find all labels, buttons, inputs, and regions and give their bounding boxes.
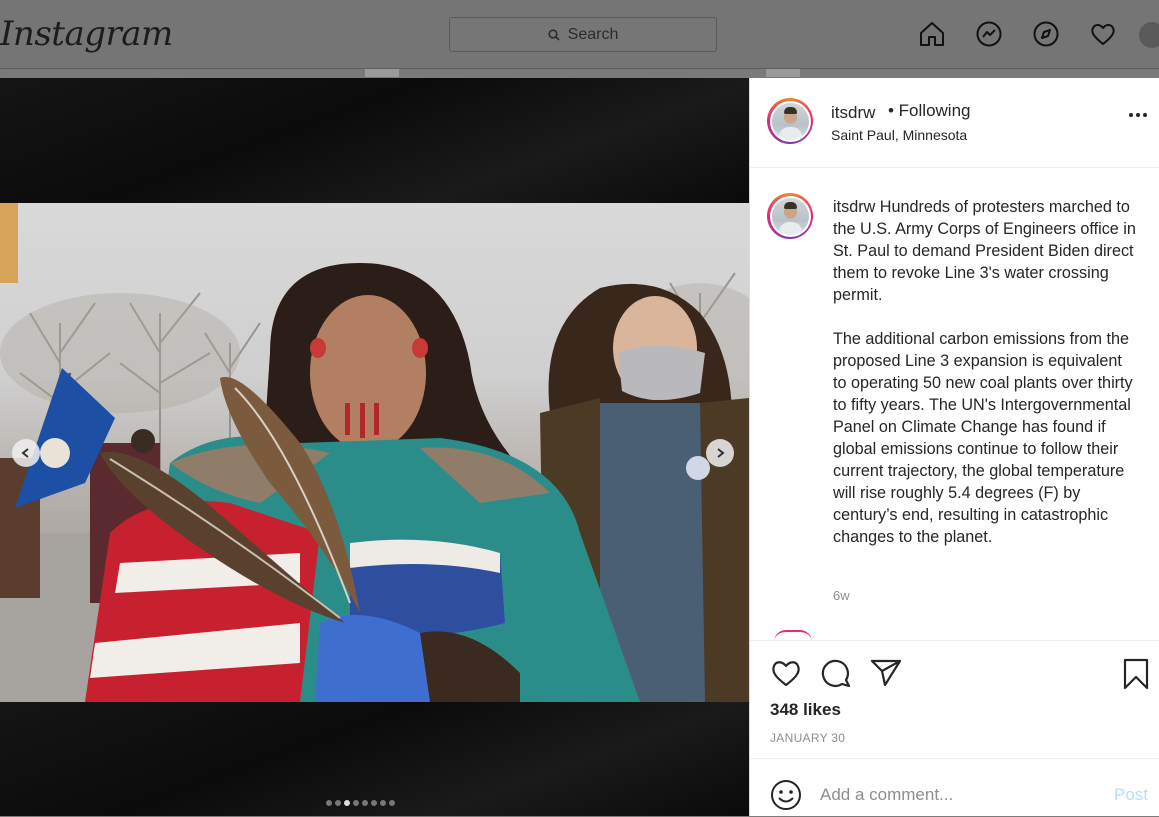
comment-input[interactable]: Add a comment... xyxy=(820,785,953,805)
post-header: itsdrw • Following Saint Paul, Minnesota xyxy=(750,78,1159,168)
chevron-left-icon xyxy=(21,448,29,458)
nav-edge-marker xyxy=(766,69,800,77)
author-username[interactable]: itsdrw xyxy=(831,103,875,123)
carousel-dot xyxy=(389,800,395,806)
more-options-icon[interactable] xyxy=(1128,112,1148,118)
search-icon xyxy=(548,28,560,41)
explore-icon[interactable] xyxy=(1031,19,1061,49)
post-location[interactable]: Saint Paul, Minnesota xyxy=(831,127,967,143)
post-date[interactable]: JANUARY 30 xyxy=(770,731,845,745)
instagram-logo[interactable]: Instagram xyxy=(0,14,173,54)
emoji-icon[interactable] xyxy=(770,779,802,811)
protest-photo-illustration xyxy=(0,203,749,702)
caption-author-avatar[interactable] xyxy=(767,193,813,239)
caption-text-1: Hundreds of protesters marched to the U.… xyxy=(833,198,1136,304)
post-actions: 348 likes JANUARY 30 xyxy=(750,640,1159,759)
carousel-indicator xyxy=(326,800,395,806)
search-placeholder: Search xyxy=(567,25,619,43)
carousel-dot xyxy=(380,800,386,806)
home-icon[interactable] xyxy=(917,19,947,49)
nav-edge-marker xyxy=(365,69,399,77)
top-nav-bar: Instagram Search xyxy=(0,0,1159,69)
search-box[interactable]: Search xyxy=(449,17,717,52)
share-icon[interactable] xyxy=(870,658,902,688)
carousel-dot xyxy=(353,800,359,806)
post-photo[interactable] xyxy=(0,203,749,702)
activity-heart-icon[interactable] xyxy=(1088,19,1118,49)
post-details-panel: itsdrw • Following Saint Paul, Minnesota… xyxy=(749,78,1159,816)
profile-avatar[interactable] xyxy=(1139,22,1159,48)
comment-icon[interactable] xyxy=(820,658,852,688)
caption-text-2: The additional carbon emissions from the… xyxy=(833,330,1133,546)
comment-composer: Add a comment... Post xyxy=(750,758,1159,817)
carousel-dot xyxy=(335,800,341,806)
author-avatar[interactable] xyxy=(767,98,813,144)
following-status[interactable]: • Following xyxy=(888,101,971,121)
save-bookmark-icon[interactable] xyxy=(1122,658,1150,690)
chevron-right-icon xyxy=(717,448,725,458)
likes-count[interactable]: 348 likes xyxy=(770,700,841,720)
carousel-next-button[interactable] xyxy=(706,439,734,467)
carousel-dot xyxy=(362,800,368,806)
dark-texture-bottom xyxy=(0,702,749,816)
carousel-dot xyxy=(371,800,377,806)
like-heart-icon[interactable] xyxy=(770,658,802,688)
dark-texture-top xyxy=(0,78,749,203)
messenger-icon[interactable] xyxy=(974,19,1004,49)
caption-age[interactable]: 6w xyxy=(833,588,850,603)
carousel-dot xyxy=(344,800,350,806)
post-caption: itsdrw Hundreds of protesters marched to… xyxy=(833,196,1138,570)
post-comment-button[interactable]: Post xyxy=(1114,785,1148,805)
caption-username[interactable]: itsdrw xyxy=(833,198,875,216)
carousel-prev-button[interactable] xyxy=(12,439,40,467)
carousel-dot xyxy=(326,800,332,806)
